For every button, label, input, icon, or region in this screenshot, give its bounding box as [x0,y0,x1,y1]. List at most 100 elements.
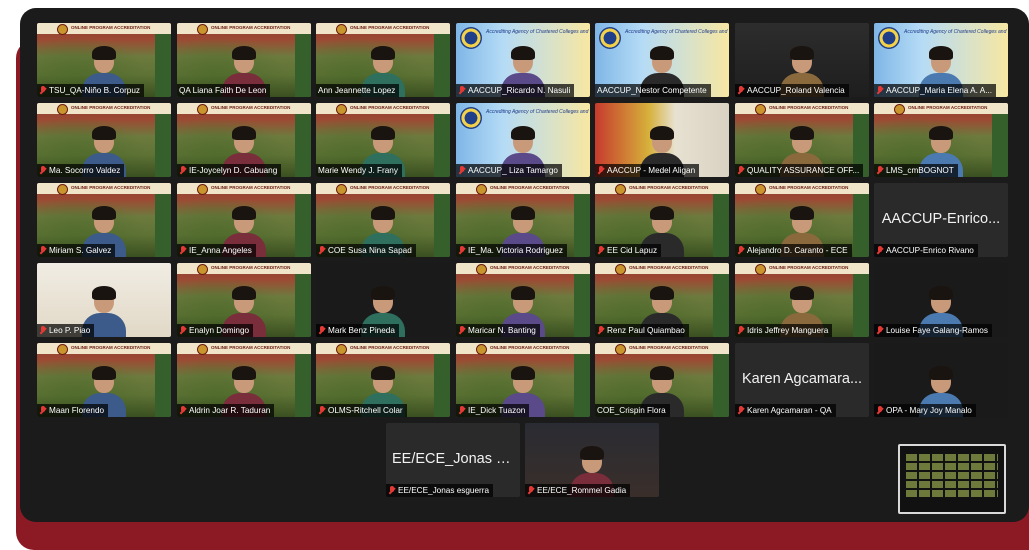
participant-tile[interactable]: ONLINE PROGRAM ACCREDITATION IE_Anna Ange… [177,183,311,257]
participant-tile[interactable]: ONLINE PROGRAM ACCREDITATION Idris Jeffre… [735,263,869,337]
participant-name-label: EE Cid Lapuz [595,244,662,257]
participant-name: Karen Agcamaran - QA [747,406,832,415]
participant-tile[interactable]: ONLINE PROGRAM ACCREDITATION LMS_cmBOGNOT [874,103,1008,177]
school-seal-icon [615,264,626,275]
participant-tile[interactable]: EE/ECE_Jonas e... EE/ECE_Jonas esguerra [386,423,520,497]
school-seal-icon [197,184,208,195]
participant-tile[interactable]: AACCUP_Roland Valencia [735,23,869,97]
participant-name-label: LMS_cmBOGNOT [874,164,958,177]
school-seal-icon [57,104,68,115]
participant-tile[interactable]: ONLINE PROGRAM ACCREDITATION IE-Joycelyn … [177,103,311,177]
mic-muted-icon [318,406,326,415]
participant-name-label: OPA - Mary Joy Manalo [874,404,976,417]
participant-tile[interactable]: ONLINE PROGRAM ACCREDITATION Maricar N. B… [456,263,590,337]
meeting-window: ONLINE PROGRAM ACCREDITATION TSU_QA-Niño … [20,8,1029,522]
mic-muted-icon [39,246,47,255]
participant-name-label: Renz Paul Quiambao [595,324,689,337]
school-seal-icon [57,344,68,355]
virtual-background-banner: ONLINE PROGRAM ACCREDITATION [71,185,151,190]
school-seal-icon [57,184,68,195]
school-seal-icon [197,104,208,115]
participant-tile[interactable]: Louise Faye Galang-Ramos [874,263,1008,337]
participant-tile[interactable]: ONLINE PROGRAM ACCREDITATION IE_Dick Tuaz… [456,343,590,417]
participant-name-label: QUALITY ASSURANCE OFF... [735,164,864,177]
participant-name: Miriam S. Galvez [49,246,112,255]
participant-name-label: AACCUP_Nestor Competente [595,84,711,97]
participant-tile[interactable]: ONLINE PROGRAM ACCREDITATION Maan Florend… [37,343,171,417]
mic-muted-icon [737,326,745,335]
participant-tile[interactable]: Accrediting Agency of Chartered Colleges… [456,103,590,177]
participant-display-name: EE/ECE_Jonas e... [392,451,517,467]
participant-name-label: IE-Joycelyn D. Cabuang [177,164,282,177]
participant-name: Renz Paul Quiambao [607,326,685,335]
aaccup-logo-icon [460,107,482,129]
participant-name-label: Idris Jeffrey Manguera [735,324,833,337]
participant-tile[interactable]: ONLINE PROGRAM ACCREDITATION Renz Paul Qu… [595,263,729,337]
participant-name-label: Leo P. Piao [37,324,95,337]
participant-name: Alejandro D. Caranto - ECE [747,246,848,255]
mic-muted-icon [179,246,187,255]
participant-tile[interactable]: ONLINE PROGRAM ACCREDITATION COE_Crispin … [595,343,729,417]
mic-muted-icon [39,406,47,415]
participant-tile[interactable]: ONLINE PROGRAM ACCREDITATION IE_Ma. Victo… [456,183,590,257]
mic-muted-icon [179,166,187,175]
participant-tile[interactable]: Mark Benz Pineda [316,263,450,337]
participant-name: Ma. Socorro Valdez [49,166,121,175]
participant-tile[interactable]: ONLINE PROGRAM ACCREDITATION Ma. Socorro … [37,103,171,177]
participant-tile[interactable]: ONLINE PROGRAM ACCREDITATION Enalyn Domin… [177,263,311,337]
participant-tile[interactable]: ONLINE PROGRAM ACCREDITATION Alejandro D.… [735,183,869,257]
participant-tile[interactable]: ONLINE PROGRAM ACCREDITATION QUALITY ASSU… [735,103,869,177]
virtual-background-banner: ONLINE PROGRAM ACCREDITATION [908,105,988,110]
school-seal-icon [755,184,766,195]
mic-muted-icon [39,326,47,335]
school-seal-icon [894,104,905,115]
mic-muted-icon [458,326,466,335]
school-seal-icon [197,344,208,355]
aaccup-banner-text: Accrediting Agency of Chartered Colleges… [486,29,590,35]
participant-tile[interactable]: ONLINE PROGRAM ACCREDITATION Aldrin Joar … [177,343,311,417]
participant-tile[interactable]: EE/ECE_Rommel Gadia [525,423,659,497]
participant-name: QUALITY ASSURANCE OFF... [747,166,860,175]
participant-tile[interactable]: OPA - Mary Joy Manalo [874,343,1008,417]
participant-tile[interactable]: ONLINE PROGRAM ACCREDITATION QA Liana Fai… [177,23,311,97]
mic-muted-icon [597,246,605,255]
participant-name-label: AACCUP_Maria Elena A. A... [874,84,997,97]
participant-display-name: AACCUP-Enrico... [881,211,1001,227]
school-seal-icon [755,264,766,275]
participant-tile[interactable]: ONLINE PROGRAM ACCREDITATION Ann Jeannett… [316,23,450,97]
participant-name: Maricar N. Banting [468,326,536,335]
participant-name: Aldrin Joar R. Taduran [189,406,271,415]
participant-display-name: Karen Agcamara... [741,371,863,387]
participant-name-label: Ma. Socorro Valdez [37,164,125,177]
participant-tile[interactable]: AACCUP-Enrico... AACCUP-Enrico Rivano [874,183,1008,257]
participant-name-label: Alejandro D. Caranto - ECE [735,244,852,257]
participant-tile[interactable]: ONLINE PROGRAM ACCREDITATION Miriam S. Ga… [37,183,171,257]
participant-name: EE/ECE_Rommel Gadia [537,486,627,495]
participant-name-label: Mark Benz Pineda [316,324,399,337]
participant-tile[interactable]: ONLINE PROGRAM ACCREDITATION Marie Wendy … [316,103,450,177]
participant-tile[interactable]: ONLINE PROGRAM ACCREDITATION EE Cid Lapuz [595,183,729,257]
mic-muted-icon [458,406,466,415]
participant-name: AACCUP_Roland Valencia [747,86,845,95]
participant-tile[interactable]: Accrediting Agency of Chartered Colleges… [456,23,590,97]
participant-tile[interactable]: Accrediting Agency of Chartered Colleges… [874,23,1008,97]
participant-name: Maan Florendo [49,406,105,415]
participant-tile[interactable]: Leo P. Piao [37,263,171,337]
participant-tile[interactable]: ONLINE PROGRAM ACCREDITATION OLMS-Ritchel… [316,343,450,417]
participant-tile[interactable]: ONLINE PROGRAM ACCREDITATION COE Susa Nin… [316,183,450,257]
participant-tile[interactable]: AACCUP - Medel Aligan [595,103,729,177]
participant-name: Louise Faye Galang-Ramos [886,326,988,335]
participant-name-label: AACCUP - Medel Aligan [595,164,700,177]
participant-tile[interactable]: Accrediting Agency of Chartered Colleges… [595,23,729,97]
mic-muted-icon [458,86,466,95]
participant-name: QA Liana Faith De Leon [179,86,267,95]
participant-tile[interactable]: Karen Agcamara... Karen Agcamaran - QA [735,343,869,417]
participant-name: LMS_cmBOGNOT [886,166,954,175]
participant-name: Idris Jeffrey Manguera [747,326,829,335]
virtual-background-banner: ONLINE PROGRAM ACCREDITATION [769,265,849,270]
virtual-background-banner: ONLINE PROGRAM ACCREDITATION [629,185,709,190]
self-view-thumbnail[interactable] [898,444,1006,514]
aaccup-banner-text: Accrediting Agency of Chartered Colleges… [486,109,590,115]
participant-tile[interactable]: ONLINE PROGRAM ACCREDITATION TSU_QA-Niño … [37,23,171,97]
participant-name: OLMS-Ritchell Colar [328,406,403,415]
